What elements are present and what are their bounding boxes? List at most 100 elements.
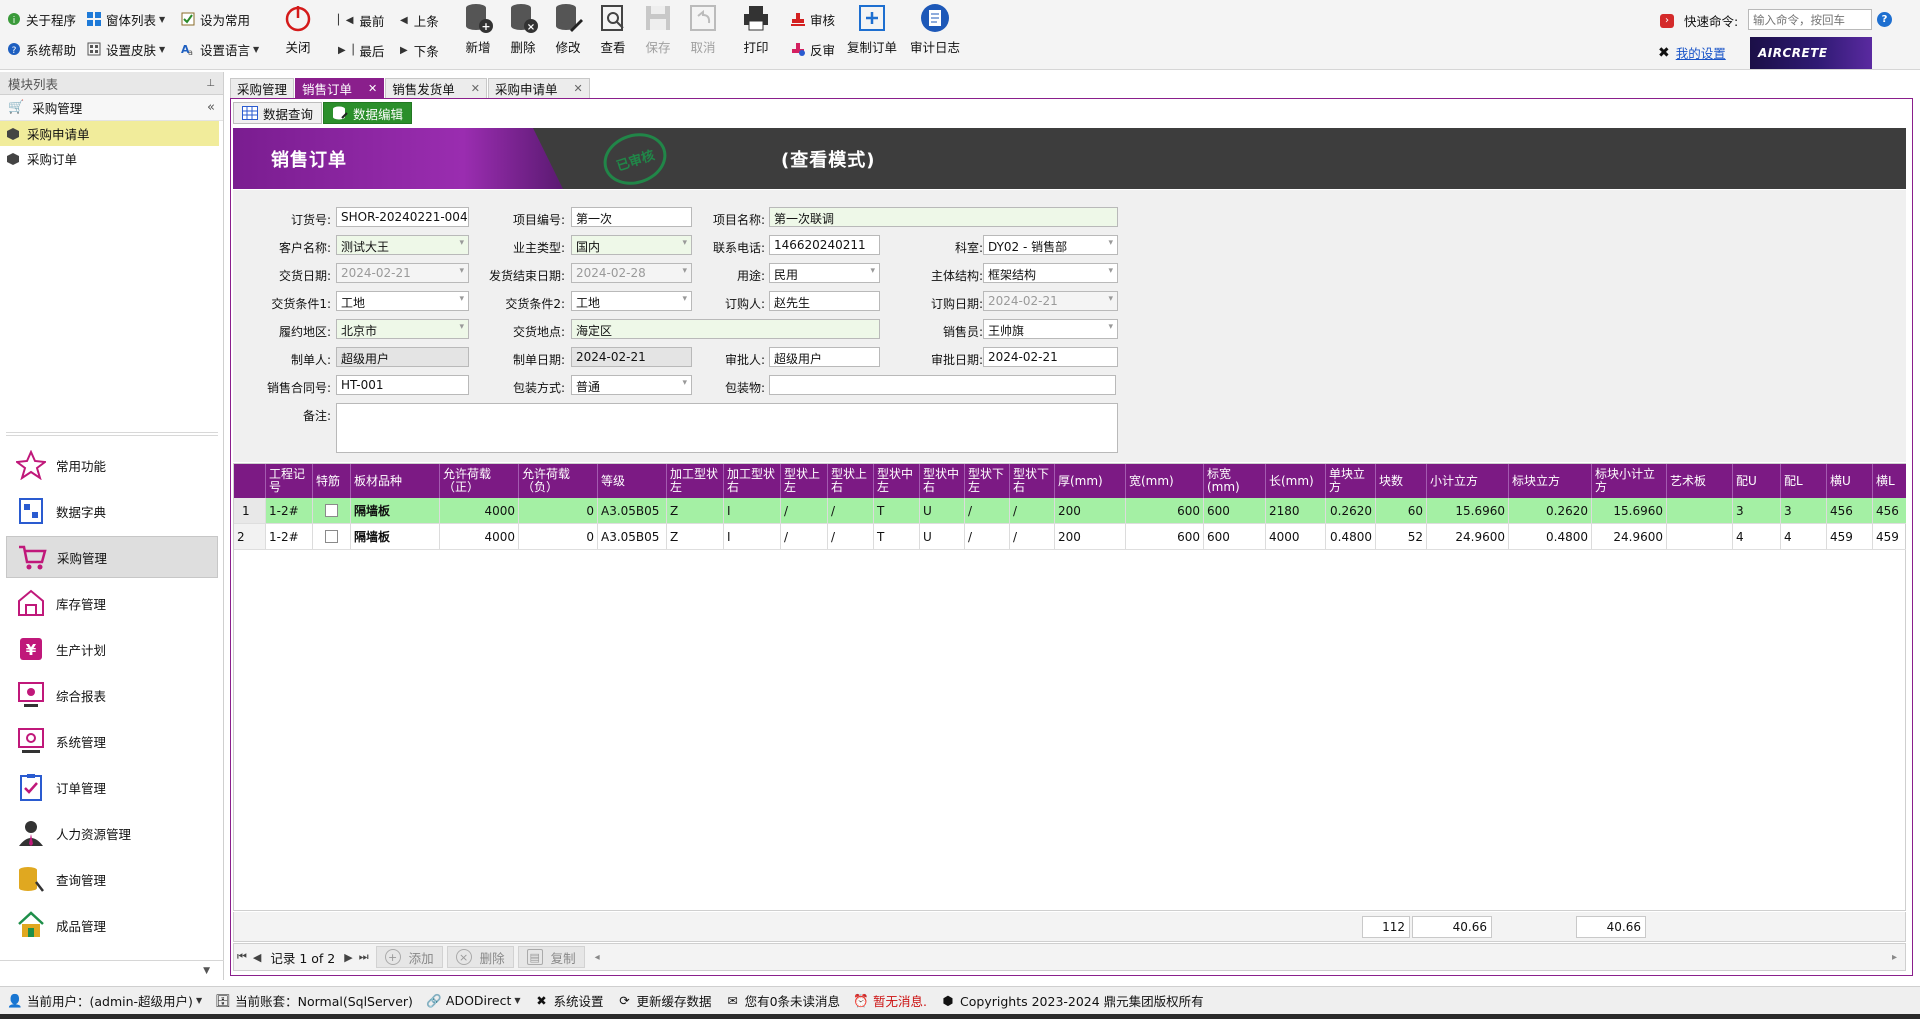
- audit-log-button[interactable]: 审计日志: [910, 2, 960, 56]
- column-header[interactable]: 标块立方: [1509, 464, 1592, 498]
- special-bar-checkbox[interactable]: [325, 504, 338, 517]
- column-header[interactable]: 艺术板: [1667, 464, 1733, 498]
- special-bar-checkbox[interactable]: [325, 530, 338, 543]
- grid-delete-button[interactable]: × 删除: [446, 946, 514, 968]
- orderer-field[interactable]: 赵先生: [769, 291, 880, 311]
- column-header[interactable]: 横U: [1827, 464, 1873, 498]
- table-cell[interactable]: 600: [1204, 498, 1266, 523]
- make-date-field[interactable]: 2024-02-21: [571, 347, 692, 367]
- column-header[interactable]: 特筋: [313, 464, 351, 498]
- table-cell[interactable]: 459: [1827, 524, 1873, 549]
- column-header[interactable]: 板材品种: [351, 464, 440, 498]
- table-cell[interactable]: 4: [1733, 524, 1781, 549]
- column-header[interactable]: 加工型状右: [724, 464, 781, 498]
- scroll-left-icon[interactable]: ◂: [595, 952, 600, 963]
- my-settings-text[interactable]: 我的设置: [1676, 43, 1726, 62]
- usage-select[interactable]: 民用: [769, 263, 880, 283]
- table-cell[interactable]: /: [1010, 498, 1055, 523]
- column-header[interactable]: 工程记号: [266, 464, 313, 498]
- table-cell[interactable]: U: [920, 524, 965, 549]
- table-cell[interactable]: 24.9600: [1427, 524, 1509, 549]
- special-bar-checkbox-cell[interactable]: [313, 498, 351, 523]
- nav-more-button[interactable]: ▼: [0, 960, 224, 980]
- tab-purchase-management[interactable]: 采购管理: [230, 78, 295, 98]
- order-date-field[interactable]: 2024-02-21: [983, 291, 1118, 311]
- project-name-field[interactable]: 第一次联调: [769, 207, 1118, 227]
- table-cell[interactable]: /: [781, 524, 828, 549]
- table-cell[interactable]: 4: [1781, 524, 1827, 549]
- nav-item-inventory[interactable]: 库存管理: [6, 582, 218, 624]
- phone-field[interactable]: 146620240211: [769, 235, 880, 255]
- about-button[interactable]: i 关于程序: [6, 8, 76, 30]
- tab-purchase-request[interactable]: 采购申请单 ✕: [487, 78, 590, 98]
- column-header[interactable]: 允许荷载（正）: [440, 464, 519, 498]
- region-select[interactable]: 北京市: [336, 319, 469, 339]
- grid-copy-button[interactable]: ▤ 复制: [517, 946, 585, 968]
- window-list-button[interactable]: 窗体列表 ▼: [86, 8, 165, 30]
- nav-item-purchase[interactable]: 采购管理: [6, 536, 218, 578]
- remark-textarea[interactable]: [336, 403, 1118, 453]
- tab-data-query[interactable]: 数据查询: [233, 102, 323, 124]
- row-header-cell-current[interactable]: 1: [234, 498, 266, 523]
- table-cell[interactable]: 4000: [1266, 524, 1326, 549]
- column-header[interactable]: 厚(mm): [1055, 464, 1126, 498]
- order-no-field[interactable]: SHOR-20240221-004: [336, 207, 469, 227]
- close-icon[interactable]: ✕: [368, 82, 377, 95]
- table-cell[interactable]: 1-2#: [266, 524, 313, 549]
- column-header[interactable]: 加工型状左: [667, 464, 724, 498]
- language-button[interactable]: Aa 设置语言 ▼: [180, 38, 259, 60]
- nav-item-products[interactable]: 成品管理: [6, 904, 218, 946]
- column-header[interactable]: 允许荷载（负）: [519, 464, 598, 498]
- print-button[interactable]: 打印: [739, 2, 773, 56]
- column-header[interactable]: 型状中左: [874, 464, 920, 498]
- table-cell[interactable]: 2180: [1266, 498, 1326, 523]
- add-button[interactable]: + 新增: [461, 2, 495, 56]
- audit-button[interactable]: 审核: [790, 8, 835, 30]
- table-cell[interactable]: 15.6960: [1592, 498, 1667, 523]
- table-cell[interactable]: 600: [1126, 524, 1204, 549]
- table-cell[interactable]: /: [828, 524, 874, 549]
- collapse-icon[interactable]: «: [207, 100, 215, 115]
- grid-add-button[interactable]: + 添加: [375, 946, 443, 968]
- table-cell[interactable]: 24.9600: [1592, 524, 1667, 549]
- module-group-title[interactable]: 🛒 采购管理 «: [0, 95, 223, 121]
- table-cell[interactable]: 0.2620: [1509, 498, 1592, 523]
- nav-item-production[interactable]: ¥ 生产计划: [6, 628, 218, 670]
- table-cell[interactable]: I: [724, 524, 781, 549]
- row-header-cell[interactable]: 2: [234, 524, 266, 549]
- quick-command-input[interactable]: [1748, 9, 1872, 30]
- table-cell[interactable]: 0.4800: [1326, 524, 1376, 549]
- tree-item-purchase-request[interactable]: 采购申请单: [0, 121, 219, 146]
- column-header[interactable]: 宽(mm): [1126, 464, 1204, 498]
- help-button[interactable]: ? 系统帮助: [6, 38, 76, 60]
- table-row[interactable]: 1 1-2# 隔墙板 4000 0 A3.05B05 Z I / / T U //200 600 600 21…: [234, 498, 1906, 524]
- table-cell[interactable]: 15.6960: [1427, 498, 1509, 523]
- column-header[interactable]: 型状下右: [1010, 464, 1055, 498]
- column-header[interactable]: 型状下左: [965, 464, 1010, 498]
- structure-select[interactable]: 框架结构: [983, 263, 1118, 283]
- table-cell[interactable]: 600: [1204, 524, 1266, 549]
- table-cell[interactable]: 0.2620: [1326, 498, 1376, 523]
- column-header[interactable]: 标块小计立方: [1592, 464, 1667, 498]
- delivery-end-field[interactable]: 2024-02-28: [571, 263, 692, 283]
- column-header[interactable]: 长(mm): [1266, 464, 1326, 498]
- modify-button[interactable]: 修改: [551, 2, 585, 56]
- nav-item-orders[interactable]: 订单管理: [6, 766, 218, 808]
- table-cell[interactable]: 456: [1873, 498, 1920, 523]
- table-cell[interactable]: [1667, 524, 1733, 549]
- column-header[interactable]: 配L: [1781, 464, 1827, 498]
- delivery-date-field[interactable]: 2024-02-21: [336, 263, 469, 283]
- special-bar-checkbox-cell[interactable]: [313, 524, 351, 549]
- table-cell[interactable]: /: [828, 498, 874, 523]
- salesman-select[interactable]: 王帅旗: [983, 319, 1118, 339]
- scroll-right-icon[interactable]: ▸: [1892, 952, 1897, 963]
- nav-item-reports[interactable]: 综合报表: [6, 674, 218, 716]
- tab-sales-order[interactable]: 销售订单 ✕: [295, 78, 385, 98]
- table-cell[interactable]: 60: [1376, 498, 1427, 523]
- last-record-button[interactable]: ▶▕ 最后: [338, 39, 384, 61]
- table-cell[interactable]: 600: [1126, 498, 1204, 523]
- column-header[interactable]: 标宽(mm): [1204, 464, 1266, 498]
- contract-field[interactable]: HT-001: [336, 375, 469, 395]
- column-header[interactable]: 单块立方: [1326, 464, 1376, 498]
- customer-field[interactable]: 测试大王: [336, 235, 469, 255]
